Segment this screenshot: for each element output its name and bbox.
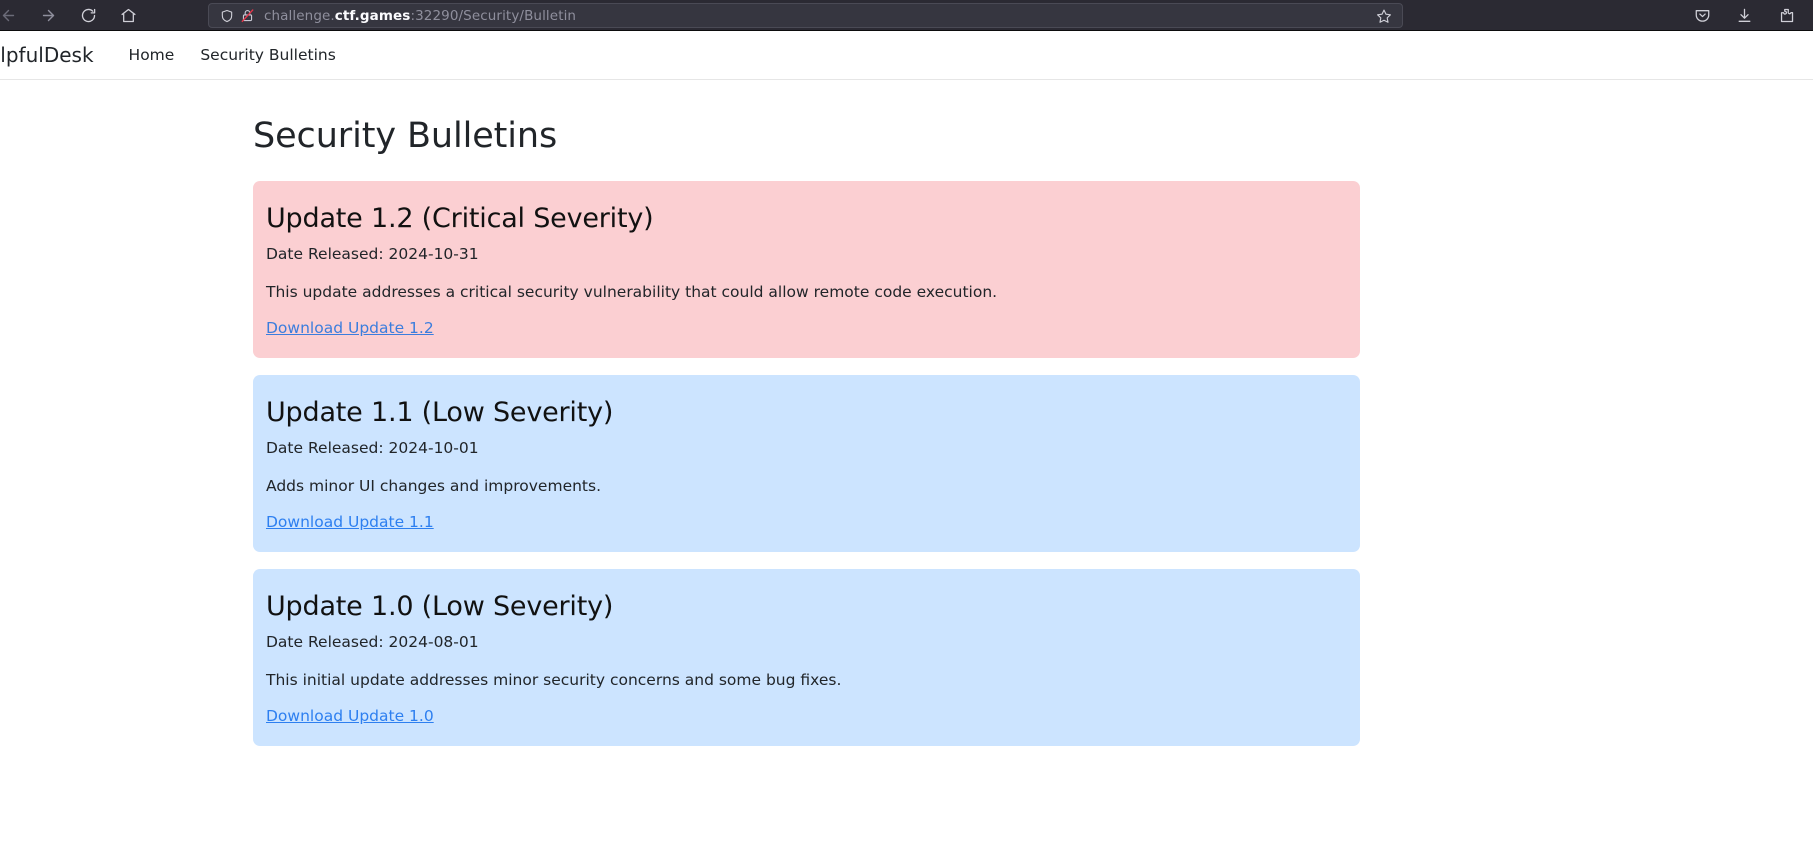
home-icon — [120, 8, 136, 22]
bulletin-description: This update addresses a critical securit… — [266, 283, 998, 302]
bulletin-card: Update 1.1 (Low Severity) Date Released:… — [253, 375, 1360, 553]
navbar-links: Home Security Bulletins — [116, 42, 349, 68]
bulletin-date: Date Released: 2024-10-31 — [266, 245, 479, 264]
bulletin-title: Update 1.0 (Low Severity) — [266, 591, 614, 623]
home-button[interactable] — [111, 2, 145, 28]
bulletin-date: Date Released: 2024-10-01 — [266, 439, 479, 458]
content-container: Security Bulletins Update 1.2 (Critical … — [253, 116, 1360, 747]
reload-icon — [81, 8, 95, 22]
connection-security-button[interactable] — [237, 6, 257, 26]
star-icon — [1377, 9, 1391, 23]
toolbar-right-buttons — [1683, 0, 1805, 31]
bulletin-description: Adds minor UI changes and improvements. — [266, 477, 602, 496]
nav-link-home[interactable]: Home — [116, 42, 188, 68]
reload-button[interactable] — [71, 2, 105, 28]
bulletin-description: This initial update addresses minor secu… — [266, 671, 842, 690]
bulletin-download-link[interactable]: Download Update 1.2 — [266, 319, 434, 337]
bulletin-card: Update 1.0 (Low Severity) Date Released:… — [253, 569, 1360, 747]
lock-crossed-out-icon — [241, 9, 253, 23]
extensions-button[interactable] — [1770, 3, 1802, 29]
page-title: Security Bulletins — [253, 116, 558, 156]
forward-button[interactable] — [31, 2, 65, 28]
url-host: ctf.games — [334, 7, 411, 24]
bulletin-download-link[interactable]: Download Update 1.1 — [266, 513, 434, 531]
address-bar[interactable]: challenge.ctf.games:32290/Security/Bulle… — [208, 3, 1403, 28]
pocket-save-button[interactable] — [1686, 3, 1718, 29]
url-prefix: challenge. — [264, 7, 335, 24]
bulletin-title: Update 1.2 (Critical Severity) — [266, 203, 654, 234]
site-navbar: elpfulDesk Home Security Bulletins — [0, 31, 1813, 80]
address-bar-container: challenge.ctf.games:32290/Security/Bulle… — [208, 3, 1403, 28]
nav-link-security-bulletins[interactable]: Security Bulletins — [187, 42, 348, 68]
browser-nav-buttons — [0, 2, 148, 28]
shield-icon — [221, 9, 233, 22]
pocket-save-icon — [1695, 10, 1709, 22]
bookmark-button[interactable] — [1372, 5, 1396, 27]
forward-arrow-icon — [42, 9, 54, 21]
url-text[interactable]: challenge.ctf.games:32290/Security/Bulle… — [257, 8, 1372, 24]
tracking-protection-button[interactable] — [217, 6, 237, 26]
extensions-puzzle-icon — [1780, 8, 1793, 23]
bulletin-download-link[interactable]: Download Update 1.0 — [266, 707, 434, 725]
back-button[interactable] — [0, 2, 25, 28]
download-arrow-icon — [1738, 8, 1750, 22]
downloads-button[interactable] — [1728, 3, 1760, 29]
bulletin-title: Update 1.1 (Low Severity) — [266, 397, 614, 429]
bulletin-date: Date Released: 2024-08-01 — [266, 633, 479, 652]
bulletin-card: Update 1.2 (Critical Severity) Date Rele… — [253, 181, 1360, 359]
url-suffix: :32290/Security/Bulletin — [410, 7, 577, 24]
brand-logo[interactable]: elpfulDesk — [0, 43, 94, 67]
browser-toolbar: challenge.ctf.games:32290/Security/Bulle… — [0, 0, 1813, 31]
back-arrow-icon — [2, 9, 14, 21]
page-content: Security Bulletins Update 1.2 (Critical … — [0, 80, 1813, 747]
